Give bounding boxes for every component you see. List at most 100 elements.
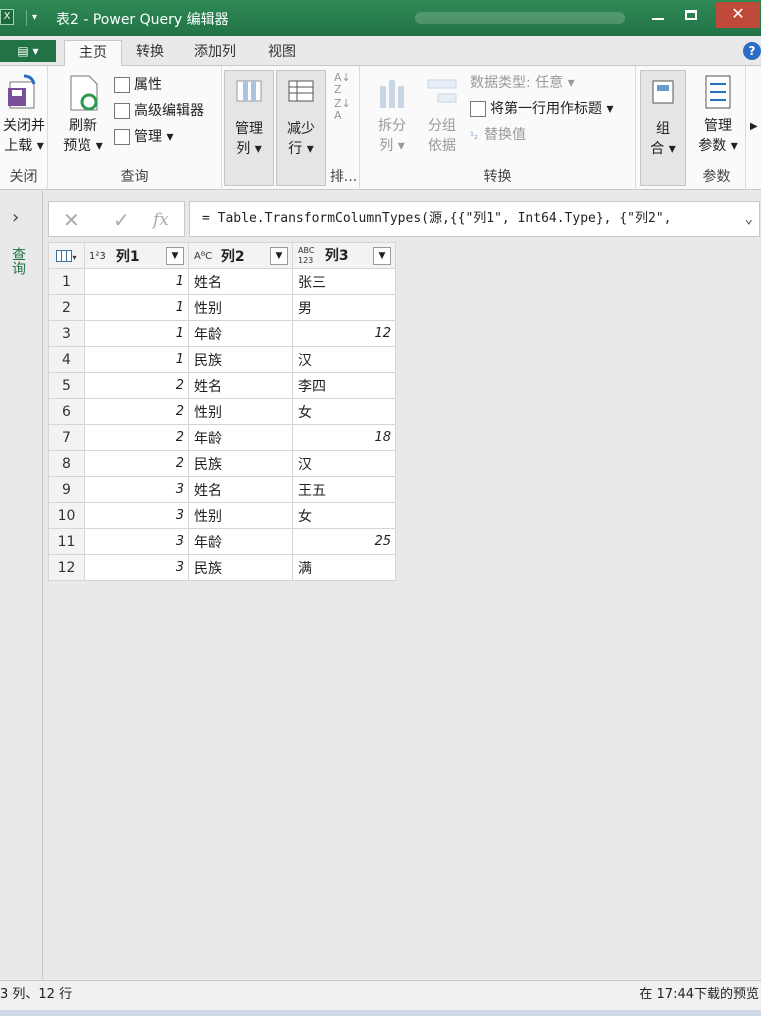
cell-col1[interactable]: 3 [84,502,189,529]
cell-col1[interactable]: 2 [84,398,189,425]
use-first-row-as-headers-button[interactable]: 将第一行用作标题 ▾ [470,98,613,120]
cell-col2[interactable]: 民族 [188,554,293,581]
row-number[interactable]: 5 [48,372,85,399]
cell-col3[interactable]: 12 [292,320,396,347]
ribbon-scroll-right-icon[interactable]: ▶ [750,116,758,138]
cell-col3[interactable]: 18 [292,424,396,451]
cell-col1[interactable]: 1 [84,294,189,321]
row-number[interactable]: 9 [48,476,85,503]
row-number[interactable]: 8 [48,450,85,477]
cell-col2[interactable]: 性别 [188,294,293,321]
cell-col2[interactable]: 性别 [188,502,293,529]
filter-dropdown-icon[interactable]: ▼ [270,247,288,265]
cell-col3[interactable]: 25 [292,528,396,555]
split-column-button[interactable]: 拆分 列 ▾ [368,72,416,156]
cell-col2[interactable]: 民族 [188,450,293,477]
table-row[interactable]: 2 1 性别男 [48,294,396,321]
row-number[interactable]: 6 [48,398,85,425]
close-and-load-button[interactable]: 关闭并 上载 ▾ [0,72,48,156]
cell-col2[interactable]: 民族 [188,346,293,373]
any-type-icon[interactable]: ABC 123 [298,246,320,266]
cell-col1[interactable]: 1 [84,320,189,347]
manage-query-button[interactable]: 管理 ▾ [114,126,173,148]
fx-icon[interactable]: fx [153,210,169,230]
cell-col3[interactable]: 女 [292,398,396,425]
chevron-down-icon[interactable]: ⌄ [740,202,753,236]
group-by-button[interactable]: 分组 依据 [420,72,464,156]
table-menu-button[interactable]: ▾ [48,242,85,269]
cell-col1[interactable]: 3 [84,528,189,555]
formula-input[interactable]: = Table.TransformColumnTypes(源,{{"列1", I… [189,201,760,237]
manage-parameters-button[interactable]: 管理 参数 ▾ [692,72,744,156]
cell-col3[interactable]: 汉 [292,346,396,373]
cell-col2[interactable]: 年龄 [188,528,293,555]
cancel-icon[interactable]: ✕ [63,208,80,232]
confirm-icon[interactable]: ✓ [113,208,130,232]
table-row[interactable]: 6 2 性别女 [48,398,396,425]
cell-col3[interactable]: 王五 [292,476,396,503]
column-header-1[interactable]: 1²3 列1 ▼ [84,242,189,269]
cell-col1[interactable]: 2 [84,450,189,477]
row-number[interactable]: 4 [48,346,85,373]
row-number[interactable]: 11 [48,528,85,555]
cell-col3[interactable]: 男 [292,294,396,321]
whole-number-type-icon[interactable]: 1²3 [89,251,111,262]
queries-pane-label[interactable]: 查询 [10,247,26,275]
tab-home[interactable]: 主页 [64,40,122,67]
combine-button[interactable]: 组 合 ▾ [640,70,686,186]
sort-descending-icon[interactable]: Z↓ A [334,98,351,122]
row-number[interactable]: 3 [48,320,85,347]
advanced-editor-button[interactable]: 高级编辑器 [114,100,204,122]
table-row[interactable]: 5 2 姓名 李四 [48,372,396,399]
refresh-preview-button[interactable]: 刷新 预览 ▾ [58,72,108,156]
table-row[interactable]: 9 3 姓名 王五 [48,476,396,503]
close-button[interactable]: ✕ [716,2,760,28]
cell-col1[interactable]: 2 [84,424,189,451]
cell-col3[interactable]: 汉 [292,450,396,477]
cell-col2[interactable]: 姓名 [188,372,293,399]
table-row[interactable]: 10 3 性别女 [48,502,396,529]
tab-transform[interactable]: 转换 [122,40,178,66]
tab-view[interactable]: 视图 [254,40,310,66]
cell-col2[interactable]: 姓名 [188,476,293,503]
replace-values-button[interactable]: ¹₂ 替换值 [470,124,526,146]
cell-col3[interactable]: 满 [292,554,396,581]
table-row[interactable]: 8 2 民族汉 [48,450,396,477]
row-number[interactable]: 2 [48,294,85,321]
help-icon[interactable]: ? [743,42,761,60]
cell-col2[interactable]: 姓名 [188,268,293,295]
cell-col1[interactable]: 1 [84,268,189,295]
column-header-2[interactable]: AᴮC 列2 ▼ [188,242,293,269]
minimize-button[interactable] [641,2,675,28]
cell-col1[interactable]: 1 [84,346,189,373]
cell-col1[interactable]: 3 [84,476,189,503]
data-type-dropdown[interactable]: 数据类型: 任意 ▾ [470,72,575,94]
column-header-3[interactable]: ABC 123 列3 ▼ [292,242,396,269]
properties-button[interactable]: 属性 [114,74,162,96]
row-number[interactable]: 12 [48,554,85,581]
quick-access-dropdown[interactable]: ▾ [26,10,42,26]
row-number[interactable]: 10 [48,502,85,529]
cell-col3[interactable]: 张三 [292,268,396,295]
table-row[interactable]: 7 2 年龄 18 [48,424,396,451]
cell-col3[interactable]: 李四 [292,372,396,399]
tab-add-column[interactable]: 添加列 [180,40,250,66]
maximize-button[interactable] [674,2,708,28]
filter-dropdown-icon[interactable]: ▼ [166,247,184,265]
cell-col2[interactable]: 年龄 [188,424,293,451]
table-row[interactable]: 1 1 姓名 张三 [48,268,396,295]
cell-col2[interactable]: 年龄 [188,320,293,347]
table-row[interactable]: 3 1 年龄 12 [48,320,396,347]
table-row[interactable]: 12 3 民族满 [48,554,396,581]
text-type-icon[interactable]: AᴮC [194,251,216,262]
cell-col1[interactable]: 3 [84,554,189,581]
table-row[interactable]: 4 1 民族汉 [48,346,396,373]
row-number[interactable]: 1 [48,268,85,295]
filter-dropdown-icon[interactable]: ▼ [373,247,391,265]
reduce-rows-button[interactable]: 减少 行 ▾ [276,70,326,186]
manage-columns-button[interactable]: 管理 列 ▾ [224,70,274,186]
row-number[interactable]: 7 [48,424,85,451]
sort-ascending-icon[interactable]: A↓ Z [334,72,351,96]
table-row[interactable]: 11 3 年龄 25 [48,528,396,555]
cell-col3[interactable]: 女 [292,502,396,529]
